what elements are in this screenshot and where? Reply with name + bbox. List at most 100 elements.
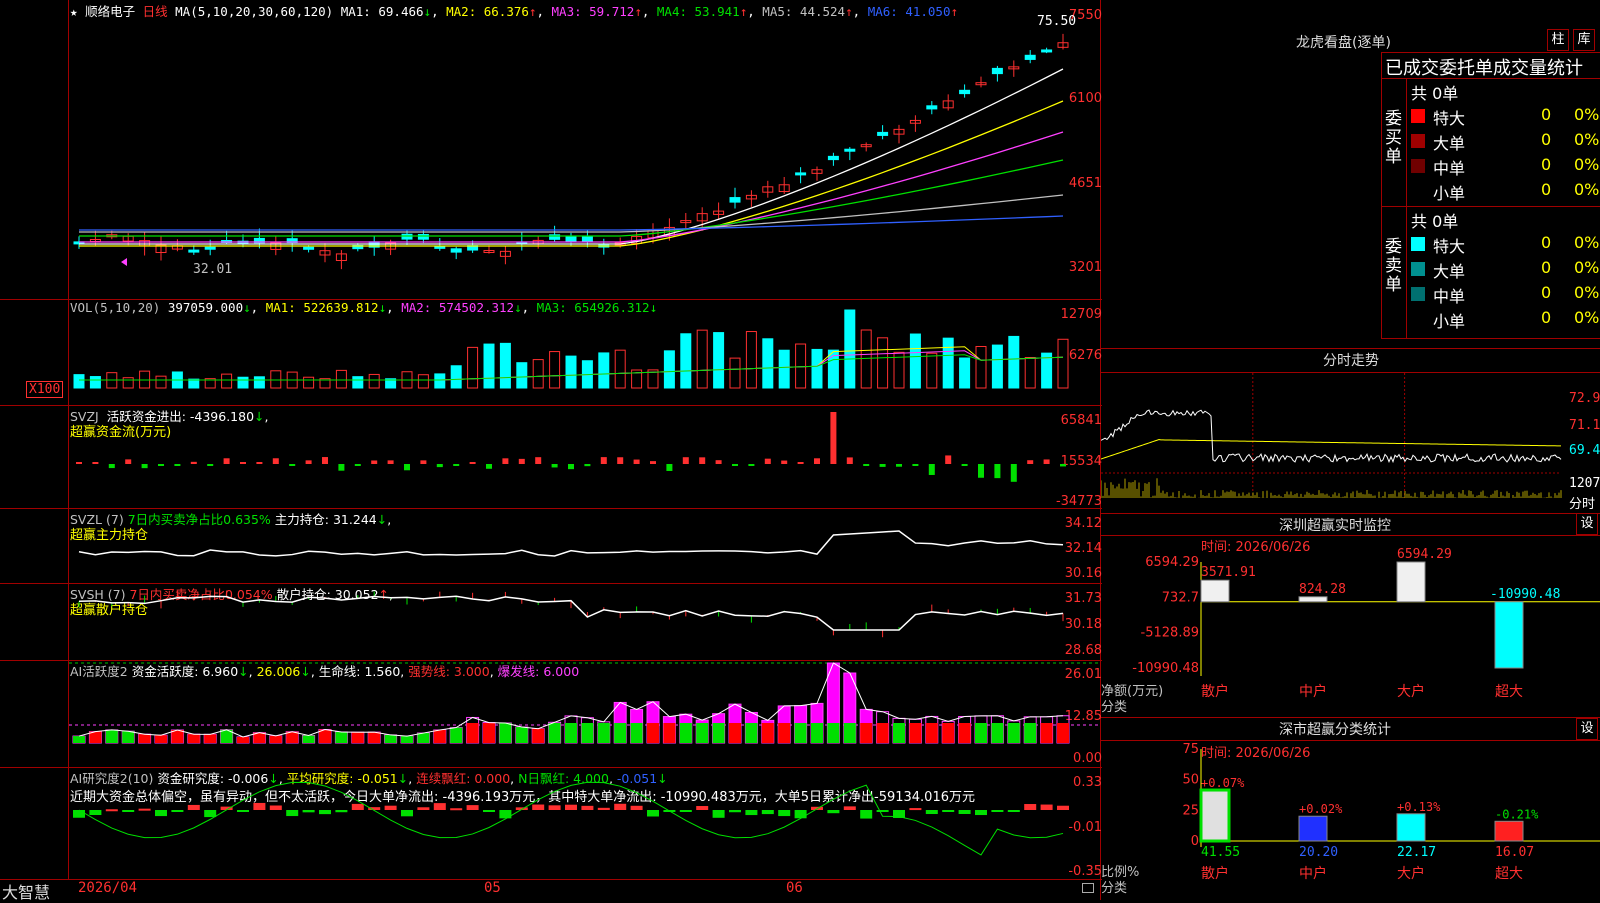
buy-row-label: 中单 (1433, 159, 1466, 178)
fund-flow-bar (502, 458, 509, 464)
sell-row-label: 中单 (1433, 287, 1466, 306)
active-base-bar (663, 723, 676, 743)
sell-row-count: 0 (1541, 308, 1552, 327)
volume-unit-box[interactable]: X100 (26, 381, 64, 398)
bar-toggle-button[interactable]: 柱 (1547, 29, 1569, 51)
classify-axis-label: 25 (1182, 803, 1199, 818)
fund-flow-bar (682, 457, 689, 464)
active-base-bar (876, 723, 889, 743)
active-base-bar (450, 727, 463, 743)
ai-active-chart[interactable] (69, 661, 1100, 767)
research-bar (860, 810, 873, 819)
price-candlestick-chart[interactable] (69, 0, 1100, 299)
classify-bar (1298, 815, 1328, 842)
classify-settings-button[interactable]: 设 (1576, 718, 1598, 740)
active-base-bar (73, 736, 85, 743)
volume-bar (762, 338, 774, 389)
main-chart-area[interactable]: ★ 顺络电子 日线 MA(5,10,20,30,60,120) MA1: 69.… (0, 0, 1102, 903)
classify-change-label: -0.21% (1495, 807, 1539, 821)
fund-flow-bar (436, 464, 443, 468)
fund-flow-bar (190, 461, 197, 464)
volume-bar (959, 357, 971, 389)
fund-flow-bar (420, 460, 427, 464)
active-base-bar (155, 735, 167, 743)
fund-flow-bar (240, 462, 246, 464)
monitor-xlabel: 分类 (1101, 700, 1128, 715)
volume-bar (795, 343, 807, 389)
research-bar (942, 810, 955, 812)
lock-icon[interactable] (1082, 883, 1094, 893)
research-bar (417, 807, 430, 810)
buy-total: 共 0单 (1411, 84, 1459, 103)
volume-bar (680, 333, 692, 389)
research-bar (237, 810, 249, 812)
volume-bar (303, 376, 315, 389)
fund-flow-bar (945, 455, 952, 464)
buy-row-percent: 0% (1574, 105, 1600, 124)
monitor-bar (1200, 579, 1230, 603)
volume-bar (598, 352, 610, 389)
active-base-bar (466, 723, 479, 743)
svsh-retail-position-chart[interactable] (69, 584, 1100, 660)
volume-bar (516, 362, 528, 389)
research-bar (745, 810, 758, 816)
classify-bar-chart[interactable]: 75 50 25 0 +0.07% 41.55 散户 +0.02% 20.20 中户 +0.13% 2… (1101, 741, 1600, 900)
volume-bar (549, 351, 561, 389)
research-bar (105, 809, 118, 812)
candle-body (1024, 54, 1036, 60)
active-base-bar (548, 723, 561, 743)
monitor-bar-chart[interactable]: 6594.29 732.7 -5128.89 -10990.48 3571.91 散户 82… (1101, 536, 1600, 716)
research-bar (548, 805, 561, 810)
fund-flow-bar (289, 464, 296, 466)
research-bar (171, 810, 184, 812)
svzj-fund-flow-chart[interactable] (69, 406, 1100, 508)
buy-row-count: 0 (1541, 180, 1552, 199)
classify-value-label: 22.17 (1397, 845, 1436, 860)
library-button[interactable]: 库 (1573, 29, 1595, 51)
intraday-price-line (1101, 409, 1562, 464)
volume-bar (745, 331, 757, 389)
volume-bar (877, 337, 889, 389)
buy-row-count: 0 (1541, 130, 1552, 149)
candle-body (434, 245, 446, 249)
sell-group-label: 委卖单 (1385, 237, 1402, 295)
fund-flow-bar (650, 461, 656, 464)
buy-row-count: 0 (1541, 155, 1552, 174)
candle-body (417, 234, 429, 240)
volume-chart[interactable] (69, 300, 1100, 405)
volume-bar (663, 350, 675, 389)
volume-bar (926, 352, 938, 389)
classify-category-label: 超大 (1495, 866, 1523, 882)
fund-flow-bar (879, 464, 886, 467)
active-base-bar (942, 723, 955, 743)
svzl-main-position-chart[interactable] (69, 509, 1100, 583)
classify-value-label: 41.55 (1201, 845, 1240, 860)
active-base-bar (958, 723, 971, 743)
sell-color-swatch (1411, 237, 1425, 251)
intraday-axis-label: 12075 (1569, 476, 1600, 491)
research-bar (450, 808, 463, 811)
monitor-settings-button[interactable]: 设 (1576, 513, 1598, 535)
ai-research-chart[interactable] (69, 768, 1100, 879)
candle-body (926, 105, 938, 110)
main-position-line (78, 530, 1064, 557)
intraday-title: 分时走势 (1323, 353, 1379, 369)
fund-flow-bar (1060, 464, 1066, 467)
volume-bar (483, 343, 495, 389)
fund-flow-bar (223, 458, 230, 464)
active-base-bar (712, 723, 725, 743)
research-bar (269, 805, 282, 810)
brand-logo[interactable]: 大智慧 (2, 879, 50, 903)
research-bar (89, 810, 102, 816)
research-bar (204, 810, 217, 818)
active-base-bar (827, 723, 840, 743)
fund-flow-bar (666, 464, 673, 471)
active-base-bar (417, 733, 430, 743)
volume-bar (499, 342, 511, 389)
monitor-bar-value: 3571.91 (1201, 565, 1256, 580)
volume-bar (122, 377, 134, 389)
intraday-chart[interactable] (1101, 373, 1600, 513)
active-base-bar (237, 736, 249, 743)
active-base-bar (89, 731, 102, 743)
volume-bar (942, 337, 954, 389)
